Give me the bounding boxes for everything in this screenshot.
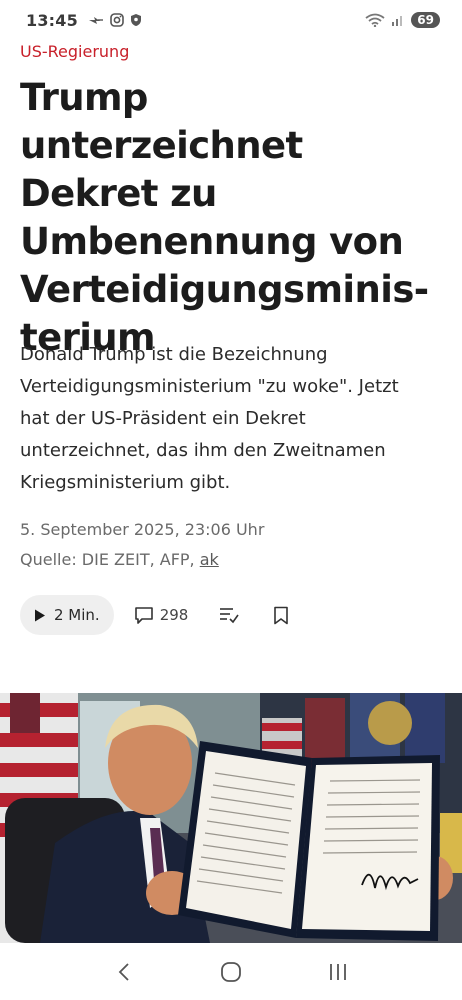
- reading-list-button[interactable]: [218, 604, 240, 626]
- lead-line: Donald Trump ist die Bezeichnung: [20, 344, 328, 365]
- author-link[interactable]: ak: [200, 550, 219, 569]
- listen-button[interactable]: 2 Min.: [20, 595, 114, 635]
- charging-icon: [88, 17, 103, 24]
- listen-duration: 2 Min.: [54, 606, 100, 624]
- comments-button[interactable]: 298: [134, 606, 189, 625]
- article-lead: Donald Trump ist die Bezeichnung Verteid…: [20, 339, 440, 499]
- list-add-icon: [220, 608, 239, 624]
- comment-count: 298: [159, 606, 189, 624]
- lead-line: Kriegsministerium gibt.: [20, 472, 231, 493]
- battery-indicator: 69: [411, 12, 440, 28]
- shield-icon: [130, 14, 141, 26]
- nav-back-button[interactable]: [104, 952, 144, 992]
- nav-recents-button[interactable]: [318, 952, 358, 992]
- article-photo[interactable]: [0, 693, 462, 943]
- bookmark-icon: [274, 606, 289, 624]
- headline-line: Dekret zu: [20, 172, 217, 215]
- status-time: 13:45: [26, 10, 78, 30]
- headline-line: Trump unterzeichnet: [20, 76, 303, 167]
- article-source: Quelle: DIE ZEIT, AFP, ak: [20, 550, 219, 569]
- back-chevron-icon: [118, 963, 129, 981]
- signal-icon: [392, 16, 403, 26]
- nav-home-button[interactable]: [211, 952, 251, 992]
- article-kicker[interactable]: US-Regierung: [20, 42, 129, 61]
- headline-line: Verteidigungsminis-: [20, 268, 429, 311]
- bookmark-button[interactable]: [270, 604, 292, 626]
- instagram-icon: [110, 13, 124, 27]
- wifi-icon: [365, 13, 385, 27]
- headline-line: Umbenennung von: [20, 220, 404, 263]
- lead-line: unterzeichnet, das ihm den Zweitnamen: [20, 440, 386, 461]
- home-icon: [221, 962, 241, 982]
- article-date: 5. September 2025, 23:06 Uhr: [20, 520, 265, 539]
- status-bar: 13:45 69: [0, 0, 462, 40]
- system-nav-bar: [0, 944, 462, 1000]
- comment-icon: [134, 606, 153, 624]
- source-text: Quelle: DIE ZEIT, AFP,: [20, 550, 200, 569]
- lead-line: hat der US-Präsident ein Dekret: [20, 408, 306, 429]
- lead-line: Verteidigungsministerium "zu woke". Jetz…: [20, 376, 399, 397]
- photo-illustration: [0, 693, 462, 943]
- play-icon: [35, 609, 45, 621]
- article-actions: 2 Min. 298: [20, 595, 292, 635]
- article-headline: Trump unterzeichnet Dekret zu Umbenennun…: [20, 74, 440, 362]
- recents-icon: [330, 964, 347, 980]
